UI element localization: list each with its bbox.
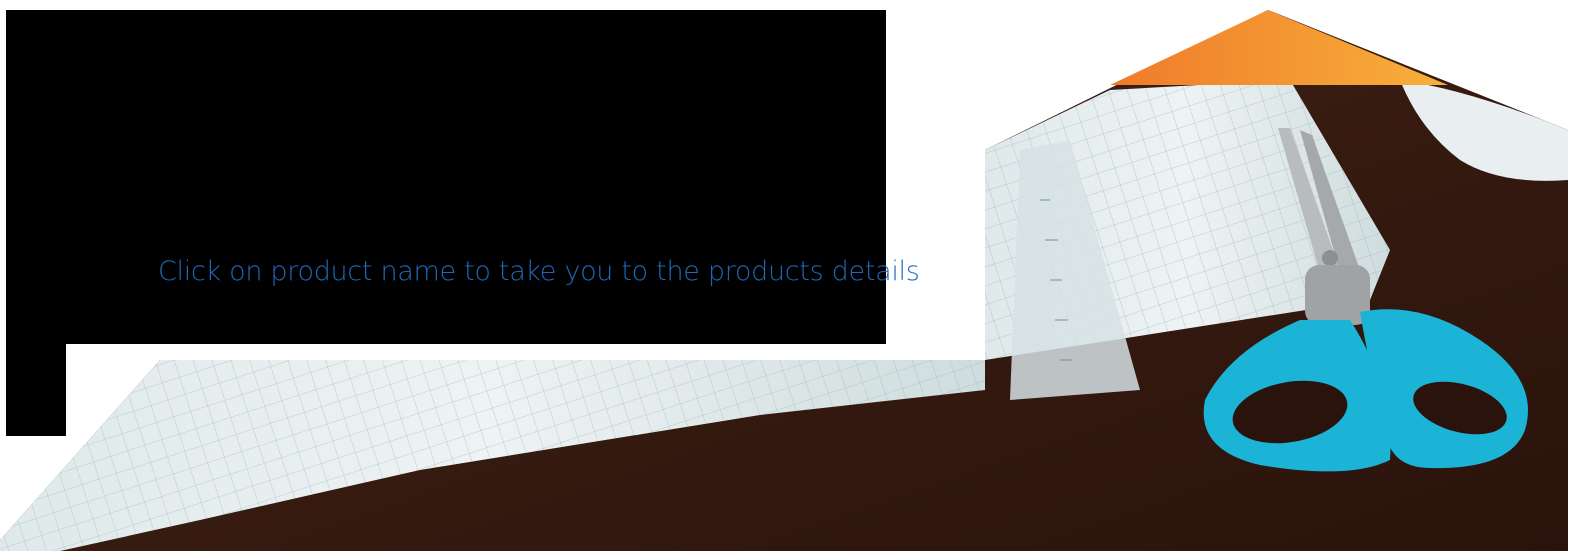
- hero-banner: Click on product name to take you to the…: [0, 0, 1588, 551]
- overlay-panel-tab: [6, 344, 66, 436]
- product-details-link[interactable]: Click on product name to take you to the…: [158, 254, 920, 290]
- overlay-panel: [6, 10, 886, 344]
